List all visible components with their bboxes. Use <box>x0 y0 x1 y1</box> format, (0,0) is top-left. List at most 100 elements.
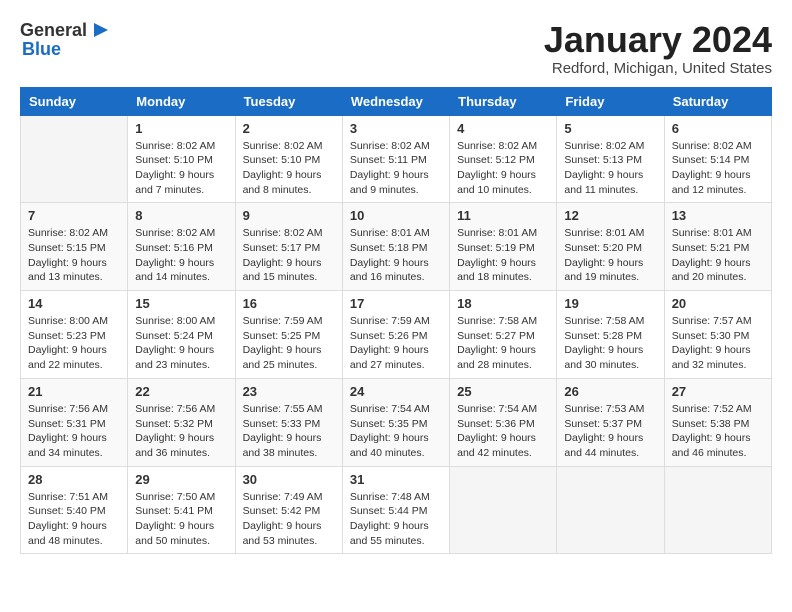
day-number: 19 <box>564 296 656 311</box>
day-info: Sunrise: 8:02 AMSunset: 5:17 PMDaylight:… <box>243 226 335 285</box>
calendar-day-cell <box>557 466 664 554</box>
col-monday: Monday <box>128 87 235 115</box>
day-info: Sunrise: 8:02 AMSunset: 5:15 PMDaylight:… <box>28 226 120 285</box>
calendar-day-cell: 20 Sunrise: 7:57 AMSunset: 5:30 PMDayligh… <box>664 291 771 379</box>
day-info: Sunrise: 7:56 AMSunset: 5:32 PMDaylight:… <box>135 402 227 461</box>
calendar-day-cell: 16Sunrise: 7:59 AMSunset: 5:25 PMDayligh… <box>235 291 342 379</box>
calendar-header-row: Sunday Monday Tuesday Wednesday Thursday… <box>21 87 772 115</box>
day-number: 12 <box>564 208 656 223</box>
day-number: 11 <box>457 208 549 223</box>
calendar-table: Sunday Monday Tuesday Wednesday Thursday… <box>20 87 772 555</box>
calendar-day-cell <box>21 115 128 203</box>
day-info: Sunrise: 7:51 AMSunset: 5:40 PMDaylight:… <box>28 490 120 549</box>
col-saturday: Saturday <box>664 87 771 115</box>
calendar-day-cell: 21Sunrise: 7:56 AMSunset: 5:31 PMDayligh… <box>21 378 128 466</box>
calendar-week-row: 14 Sunrise: 8:00 AMSunset: 5:23 PMDayligh… <box>21 291 772 379</box>
day-number: 20 <box>672 296 764 311</box>
day-number: 30 <box>243 472 335 487</box>
day-info: Sunrise: 7:54 AMSunset: 5:35 PMDaylight:… <box>350 402 442 461</box>
calendar-day-cell: 29 Sunrise: 7:50 AMSunset: 5:41 PMDayligh… <box>128 466 235 554</box>
day-number: 31 <box>350 472 442 487</box>
logo: General Blue <box>20 20 112 60</box>
day-info: Sunrise: 8:02 AMSunset: 5:13 PMDaylight:… <box>564 139 656 198</box>
day-number: 17 <box>350 296 442 311</box>
day-info: Sunrise: 7:48 AMSunset: 5:44 PMDaylight:… <box>350 490 442 549</box>
calendar-day-cell: 15Sunrise: 8:00 AMSunset: 5:24 PMDayligh… <box>128 291 235 379</box>
calendar-day-cell <box>450 466 557 554</box>
calendar-day-cell: 8Sunrise: 8:02 AMSunset: 5:16 PMDaylight… <box>128 203 235 291</box>
calendar-day-cell: 23 Sunrise: 7:55 AMSunset: 5:33 PMDayligh… <box>235 378 342 466</box>
calendar-day-cell: 3Sunrise: 8:02 AMSunset: 5:11 PMDaylight… <box>342 115 449 203</box>
calendar-day-cell: 7 Sunrise: 8:02 AMSunset: 5:15 PMDaylight… <box>21 203 128 291</box>
calendar-day-cell: 14 Sunrise: 8:00 AMSunset: 5:23 PMDayligh… <box>21 291 128 379</box>
day-number: 8 <box>135 208 227 223</box>
day-info: Sunrise: 7:52 AMSunset: 5:38 PMDaylight:… <box>672 402 764 461</box>
month-title: January 2024 <box>544 20 772 60</box>
logo-arrow-icon <box>90 19 112 41</box>
calendar-week-row: 28 Sunrise: 7:51 AMSunset: 5:40 PMDayligh… <box>21 466 772 554</box>
day-number: 18 <box>457 296 549 311</box>
calendar-day-cell: 22 Sunrise: 7:56 AMSunset: 5:32 PMDayligh… <box>128 378 235 466</box>
day-number: 28 <box>28 472 120 487</box>
day-info: Sunrise: 7:57 AMSunset: 5:30 PMDaylight:… <box>672 314 764 373</box>
day-number: 14 <box>28 296 120 311</box>
calendar-day-cell: 4Sunrise: 8:02 AMSunset: 5:12 PMDaylight… <box>450 115 557 203</box>
day-number: 2 <box>243 121 335 136</box>
day-number: 9 <box>243 208 335 223</box>
day-number: 7 <box>28 208 120 223</box>
day-info: Sunrise: 7:53 AMSunset: 5:37 PMDaylight:… <box>564 402 656 461</box>
day-info: Sunrise: 8:02 AMSunset: 5:14 PMDaylight:… <box>672 139 764 198</box>
col-tuesday: Tuesday <box>235 87 342 115</box>
calendar-day-cell: 26 Sunrise: 7:53 AMSunset: 5:37 PMDayligh… <box>557 378 664 466</box>
day-info: Sunrise: 8:01 AMSunset: 5:20 PMDaylight:… <box>564 226 656 285</box>
day-info: Sunrise: 7:49 AMSunset: 5:42 PMDaylight:… <box>243 490 335 549</box>
day-info: Sunrise: 8:02 AMSunset: 5:11 PMDaylight:… <box>350 139 442 198</box>
day-info: Sunrise: 8:02 AMSunset: 5:10 PMDaylight:… <box>135 139 227 198</box>
day-info: Sunrise: 7:50 AMSunset: 5:41 PMDaylight:… <box>135 490 227 549</box>
day-info: Sunrise: 8:00 AMSunset: 5:24 PMDaylight:… <box>135 314 227 373</box>
calendar-day-cell: 27 Sunrise: 7:52 AMSunset: 5:38 PMDayligh… <box>664 378 771 466</box>
day-info: Sunrise: 7:59 AMSunset: 5:26 PMDaylight:… <box>350 314 442 373</box>
day-number: 27 <box>672 384 764 399</box>
calendar-day-cell: 19 Sunrise: 7:58 AMSunset: 5:28 PMDayligh… <box>557 291 664 379</box>
calendar-day-cell <box>664 466 771 554</box>
calendar-day-cell: 18 Sunrise: 7:58 AMSunset: 5:27 PMDayligh… <box>450 291 557 379</box>
calendar-day-cell: 13Sunrise: 8:01 AMSunset: 5:21 PMDayligh… <box>664 203 771 291</box>
day-number: 5 <box>564 121 656 136</box>
day-number: 29 <box>135 472 227 487</box>
day-info: Sunrise: 7:54 AMSunset: 5:36 PMDaylight:… <box>457 402 549 461</box>
day-info: Sunrise: 8:00 AMSunset: 5:23 PMDaylight:… <box>28 314 120 373</box>
day-info: Sunrise: 8:02 AMSunset: 5:10 PMDaylight:… <box>243 139 335 198</box>
day-number: 25 <box>457 384 549 399</box>
calendar-week-row: 7 Sunrise: 8:02 AMSunset: 5:15 PMDaylight… <box>21 203 772 291</box>
location-title: Redford, Michigan, United States <box>544 60 772 77</box>
calendar-day-cell: 17 Sunrise: 7:59 AMSunset: 5:26 PMDayligh… <box>342 291 449 379</box>
calendar-day-cell: 6Sunrise: 8:02 AMSunset: 5:14 PMDaylight… <box>664 115 771 203</box>
day-number: 26 <box>564 384 656 399</box>
day-info: Sunrise: 8:01 AMSunset: 5:18 PMDaylight:… <box>350 226 442 285</box>
day-number: 22 <box>135 384 227 399</box>
calendar-day-cell: 10Sunrise: 8:01 AMSunset: 5:18 PMDayligh… <box>342 203 449 291</box>
calendar-week-row: 1Sunrise: 8:02 AMSunset: 5:10 PMDaylight… <box>21 115 772 203</box>
day-number: 23 <box>243 384 335 399</box>
logo-blue-text: Blue <box>22 39 61 60</box>
calendar-day-cell: 5 Sunrise: 8:02 AMSunset: 5:13 PMDaylight… <box>557 115 664 203</box>
day-number: 21 <box>28 384 120 399</box>
calendar-week-row: 21Sunrise: 7:56 AMSunset: 5:31 PMDayligh… <box>21 378 772 466</box>
calendar-day-cell: 25 Sunrise: 7:54 AMSunset: 5:36 PMDayligh… <box>450 378 557 466</box>
page-header: General Blue January 2024 Redford, Michi… <box>20 20 772 77</box>
day-number: 16 <box>243 296 335 311</box>
calendar-day-cell: 11Sunrise: 8:01 AMSunset: 5:19 PMDayligh… <box>450 203 557 291</box>
calendar-day-cell: 1Sunrise: 8:02 AMSunset: 5:10 PMDaylight… <box>128 115 235 203</box>
day-info: Sunrise: 7:58 AMSunset: 5:28 PMDaylight:… <box>564 314 656 373</box>
logo-general-text: General <box>20 20 87 41</box>
day-info: Sunrise: 7:55 AMSunset: 5:33 PMDaylight:… <box>243 402 335 461</box>
day-info: Sunrise: 7:58 AMSunset: 5:27 PMDaylight:… <box>457 314 549 373</box>
day-info: Sunrise: 8:01 AMSunset: 5:21 PMDaylight:… <box>672 226 764 285</box>
day-info: Sunrise: 8:02 AMSunset: 5:12 PMDaylight:… <box>457 139 549 198</box>
calendar-day-cell: 2 Sunrise: 8:02 AMSunset: 5:10 PMDaylight… <box>235 115 342 203</box>
col-wednesday: Wednesday <box>342 87 449 115</box>
day-number: 24 <box>350 384 442 399</box>
calendar-day-cell: 31 Sunrise: 7:48 AMSunset: 5:44 PMDayligh… <box>342 466 449 554</box>
col-thursday: Thursday <box>450 87 557 115</box>
